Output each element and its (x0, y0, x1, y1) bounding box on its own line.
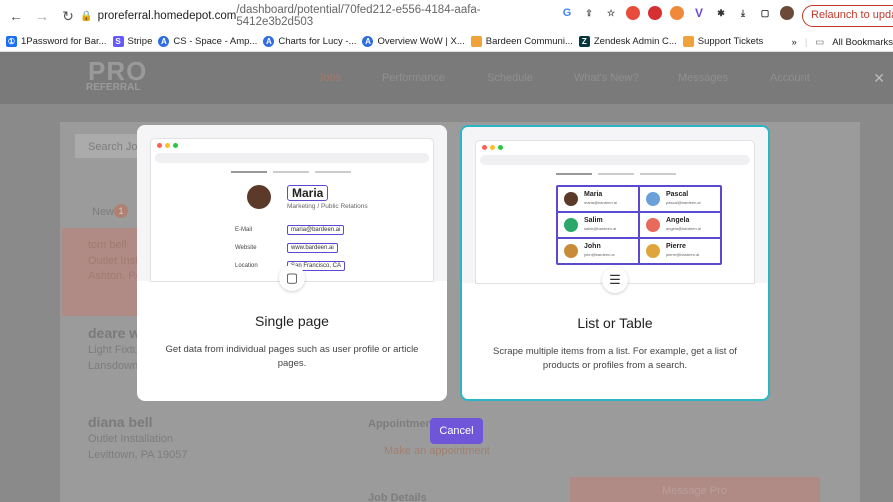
bookmark-item[interactable]: A Charts for Lucy -... (263, 36, 356, 47)
back-icon[interactable]: ← (6, 6, 26, 26)
amplitude-icon: A (362, 36, 374, 47)
new-label: New (92, 206, 115, 218)
reload-icon[interactable]: ↻ (58, 6, 78, 26)
1password-icon: ① (6, 36, 17, 47)
logo-referral: REFERRAL (86, 82, 141, 93)
avatar (564, 218, 578, 232)
search-placeholder: Search Jo (88, 141, 138, 153)
person-cell: Maria maria@bardeen.ai (557, 186, 639, 212)
url-host: proreferral.homedepot.com (97, 10, 237, 22)
cancel-button[interactable]: Cancel (430, 418, 483, 444)
amplitude-icon: A (263, 36, 275, 47)
profile-field-label: E-Mail (235, 227, 253, 233)
new-count-badge: 1 (114, 204, 128, 218)
url-path: /dashboard/potential/70fed212-e556-4184-… (236, 4, 481, 28)
bardeen-icon (470, 36, 482, 47)
avatar (564, 244, 578, 258)
share-icon[interactable]: ⇪ (582, 6, 596, 20)
extensions: G ⇪ ☆ V ✱ ⤓ ▢ (560, 6, 794, 20)
profile-field-label: Website (235, 245, 257, 251)
profile-field-value: maria@bardeen.ai (287, 225, 345, 235)
make-appointment-link[interactable]: Make an appointment (384, 445, 490, 457)
relaunch-button[interactable]: Relaunch to update (802, 5, 893, 27)
close-icon[interactable]: ✕ (873, 70, 885, 87)
nav-jobs[interactable]: Jobs (318, 72, 341, 84)
profile-role: Marketing / Public Relations (287, 203, 368, 210)
download-icon[interactable]: ⤓ (736, 6, 750, 20)
single-page-description: Get data from individual pages such as u… (165, 344, 419, 369)
puzzle-icon[interactable]: ✱ (714, 6, 728, 20)
folder-icon: ▭ (815, 36, 825, 48)
browser-toolbar: ← → ↻ 🔒 proreferral.homedepot.com/dashbo… (0, 0, 893, 32)
person-cell: Pascal pascal@bardeen.ai (639, 186, 721, 212)
profile-avatar[interactable] (780, 6, 794, 20)
message-pro-label: Message Pro (662, 485, 727, 497)
all-bookmarks-link[interactable]: All Bookmarks (832, 37, 893, 48)
person-cell: Salim salim@bardeen.ai (557, 212, 639, 238)
appointment-heading: Appointmen (368, 418, 433, 430)
bookmark-item[interactable]: Z Zendesk Admin C... (578, 36, 677, 47)
extension-icon[interactable] (626, 6, 640, 20)
person-cell: Pierre pierre@bardeen.ai (639, 238, 721, 264)
avatar (646, 192, 660, 206)
job-location: Levittown, PA 19057 (88, 449, 188, 461)
sidepanel-icon[interactable]: ▢ (758, 6, 772, 20)
job-name: diana bell (88, 414, 153, 430)
bookmark-item[interactable]: S Stripe (112, 36, 152, 47)
google-icon[interactable]: G (560, 6, 574, 20)
avatar (646, 244, 660, 258)
profile-field-value: www.bardeen.ai (287, 243, 338, 253)
extension-icon[interactable]: V (692, 6, 706, 20)
star-icon[interactable]: ☆ (604, 6, 618, 20)
person-cell: John john@bardeen.ai (557, 238, 639, 264)
profile-field-label: Location (235, 263, 258, 269)
bookmarks-more-button[interactable]: » (792, 37, 797, 48)
nav-schedule[interactable]: Schedule (487, 72, 533, 84)
job-location: Ashton, PA (88, 270, 143, 282)
stripe-icon: S (112, 36, 124, 47)
bookmarks-bar: ① 1Password for Bar... S Stripe A CS - Spac… (0, 32, 893, 52)
lock-icon: 🔒 (80, 10, 93, 22)
nav-messages[interactable]: Messages (678, 72, 728, 84)
square-icon: ▢ (279, 265, 305, 291)
site-header: PRO REFERRAL Jobs Performance Schedule W… (0, 52, 893, 104)
single-page-title: Single page (255, 313, 329, 329)
nav-whats-new[interactable]: What's New? (574, 72, 638, 84)
job-service: Light Fixtu (88, 344, 139, 356)
zendesk-icon: Z (578, 36, 590, 47)
avatar (646, 218, 660, 232)
bookmark-item[interactable]: A Overview WoW | X... (362, 36, 465, 47)
extension-icon[interactable] (648, 6, 662, 20)
bardeen-icon (682, 36, 694, 47)
single-page-illustration: Maria Marketing / Public Relations E-Mai… (137, 125, 447, 281)
job-details-heading: Job Details (368, 492, 427, 502)
amplitude-icon: A (158, 36, 170, 47)
avatar (564, 192, 578, 206)
forward-icon[interactable]: → (32, 6, 52, 26)
address-bar[interactable]: 🔒 proreferral.homedepot.com/dashboard/po… (80, 4, 550, 28)
list-table-title: List or Table (577, 315, 653, 331)
list-icon: ☰ (602, 267, 628, 293)
list-table-description: Scrape multiple items from a list. For e… (493, 346, 737, 371)
job-location: Lansdowne (88, 360, 145, 372)
profile-avatar (247, 185, 271, 209)
job-name: tom bell (88, 239, 127, 251)
bookmark-item[interactable]: A CS - Space - Amp... (158, 36, 257, 47)
job-service: Outlet Installation (88, 433, 173, 445)
single-page-option[interactable]: Maria Marketing / Public Relations E-Mai… (137, 125, 447, 401)
bookmark-item[interactable]: Support Tickets (682, 36, 763, 47)
person-cell: Angela angela@bardeen.ai (639, 212, 721, 238)
list-table-illustration: Maria maria@bardeen.ai Pascal pascal@barde… (462, 127, 768, 283)
profile-name: Maria (287, 185, 329, 201)
bookmark-item[interactable]: ① 1Password for Bar... (6, 36, 107, 47)
nav-account[interactable]: Account (770, 72, 810, 84)
people-grid: Maria maria@bardeen.ai Pascal pascal@barde… (556, 185, 722, 265)
bookmark-item[interactable]: Bardeen Communi... (470, 36, 573, 47)
list-table-option[interactable]: Maria maria@bardeen.ai Pascal pascal@barde… (460, 125, 770, 401)
extension-icon[interactable] (670, 6, 684, 20)
nav-performance[interactable]: Performance (382, 72, 445, 84)
